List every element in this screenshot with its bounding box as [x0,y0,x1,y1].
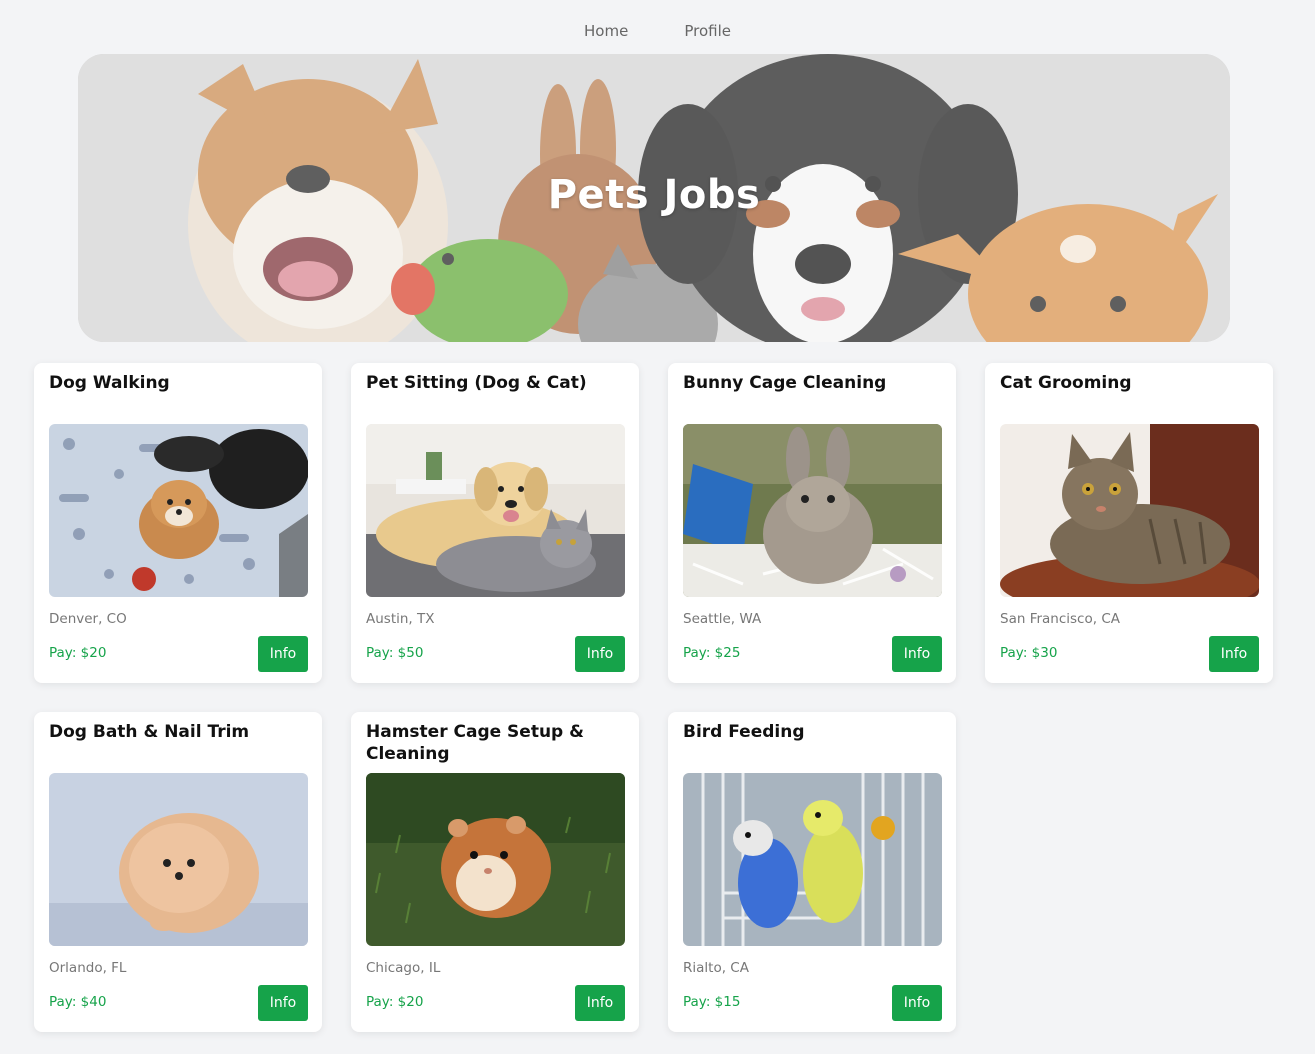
job-card: Bird Feeding Rialto, CA Pay: $15 Info [668,712,956,1032]
job-image-pomeranian [49,773,308,946]
job-title: Cat Grooming [1000,373,1132,393]
job-pay: Pay: $25 [683,645,741,661]
job-card: Dog Bath & Nail Trim Orlando, FL Pay: $4… [34,712,322,1032]
job-location: Chicago, IL [366,960,441,976]
job-title: Dog Walking [49,373,170,393]
job-image-puppies [49,424,308,597]
nav-profile-link[interactable]: Profile [684,18,731,44]
job-card: Bunny Cage Cleaning Seattle, WA Pay: $25… [668,363,956,683]
job-title: Dog Bath & Nail Trim [49,722,250,742]
hero-banner: Pets Jobs [78,54,1230,342]
job-pay: Pay: $50 [366,645,424,661]
job-location: Orlando, FL [49,960,127,976]
info-button[interactable]: Info [575,985,625,1021]
job-pay: Pay: $40 [49,994,107,1010]
top-nav: Home Profile [0,18,1315,44]
job-title: Bunny Cage Cleaning [683,373,887,393]
job-image-budgies [683,773,942,946]
job-location: Denver, CO [49,611,127,627]
job-location: Austin, TX [366,611,435,627]
info-button[interactable]: Info [1209,636,1259,672]
job-pay: Pay: $20 [49,645,107,661]
job-pay: Pay: $30 [1000,645,1058,661]
job-location: Seattle, WA [683,611,762,627]
job-pay: Pay: $20 [366,994,424,1010]
job-title: Bird Feeding [683,722,805,742]
job-image-tabby-cat [1000,424,1259,597]
job-image-rabbit [683,424,942,597]
job-title: Hamster Cage Setup & Cleaning [366,722,584,764]
job-card: Cat Grooming San Francisco, CA Pay: $30 … [985,363,1273,683]
info-button[interactable]: Info [258,636,308,672]
job-image-dog-and-cat [366,424,625,597]
info-button[interactable]: Info [258,985,308,1021]
job-title: Pet Sitting (Dog & Cat) [366,373,587,393]
job-location: Rialto, CA [683,960,749,976]
info-button[interactable]: Info [892,985,942,1021]
job-card: Pet Sitting (Dog & Cat) Austin, TX Pay: … [351,363,639,683]
info-button[interactable]: Info [575,636,625,672]
job-pay: Pay: $15 [683,994,741,1010]
job-card: Hamster Cage Setup & Cleaning Chicago, I… [351,712,639,1032]
nav-home-link[interactable]: Home [584,18,628,44]
job-image-hamster [366,773,625,946]
info-button[interactable]: Info [892,636,942,672]
job-card: Dog Walking Denver, CO Pay: $20 Info [34,363,322,683]
hero-title: Pets Jobs [547,172,761,218]
job-location: San Francisco, CA [1000,611,1120,627]
